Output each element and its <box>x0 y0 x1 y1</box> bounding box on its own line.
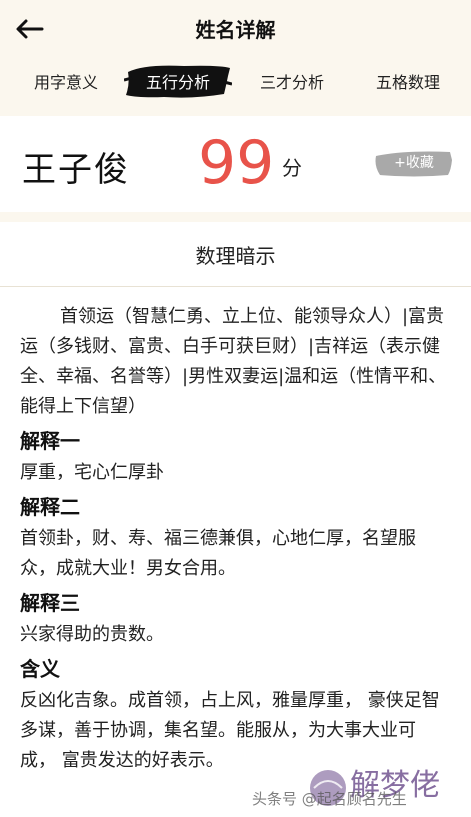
collect-button[interactable]: +收藏 <box>374 148 454 178</box>
page-title: 姓名详解 <box>195 18 276 42</box>
person-name: 王子俊 <box>22 150 130 190</box>
collect-label: +收藏 <box>394 155 434 171</box>
watermark-text: 头条号 @起名顾名先生 <box>252 790 407 808</box>
tab-yongzi[interactable]: 用字意义 <box>26 68 106 98</box>
explanation-3-heading: 解释三 <box>20 591 80 615</box>
score-card: 王子俊 99 分 +收藏 <box>0 116 471 212</box>
intro-text: 首领运（智慧仁勇、立上位、能领导众人）|富贵运（多钱财、富贵、白手可获巨财）|吉… <box>20 306 447 417</box>
section-title: 数理暗示 <box>195 244 276 268</box>
tab-bar: 用字意义 五行分析 三才分析 五格数理 <box>0 56 471 108</box>
content-card: 数理暗示 首领运（智慧仁勇、立上位、能领导众人）|富贵运（多钱财、富贵、白手可获… <box>0 222 471 817</box>
header: 姓名详解 <box>0 0 471 56</box>
tab-wuxing[interactable]: 五行分析 <box>138 68 218 98</box>
meaning-heading: 含义 <box>20 657 60 681</box>
score-value: 99 <box>198 128 275 198</box>
divider <box>0 286 471 287</box>
explanation-2-heading: 解释二 <box>20 495 80 519</box>
tab-wuge[interactable]: 五格数理 <box>368 68 448 98</box>
explanation-3-text: 兴家得助的贵数。 <box>20 624 164 645</box>
explanation-1-text: 厚重，宅心仁厚卦 <box>20 462 164 483</box>
score-unit: 分 <box>282 156 302 180</box>
content-body: 首领运（智慧仁勇、立上位、能领导众人）|富贵运（多钱财、富贵、白手可获巨财）|吉… <box>20 302 450 778</box>
explanation-2-text: 首领卦，财、寿、福三德兼俱，心地仁厚，名望服众，成就大业！男女合用。 <box>20 528 416 579</box>
tab-sancai[interactable]: 三才分析 <box>252 68 332 98</box>
explanation-1-heading: 解释一 <box>20 429 80 453</box>
